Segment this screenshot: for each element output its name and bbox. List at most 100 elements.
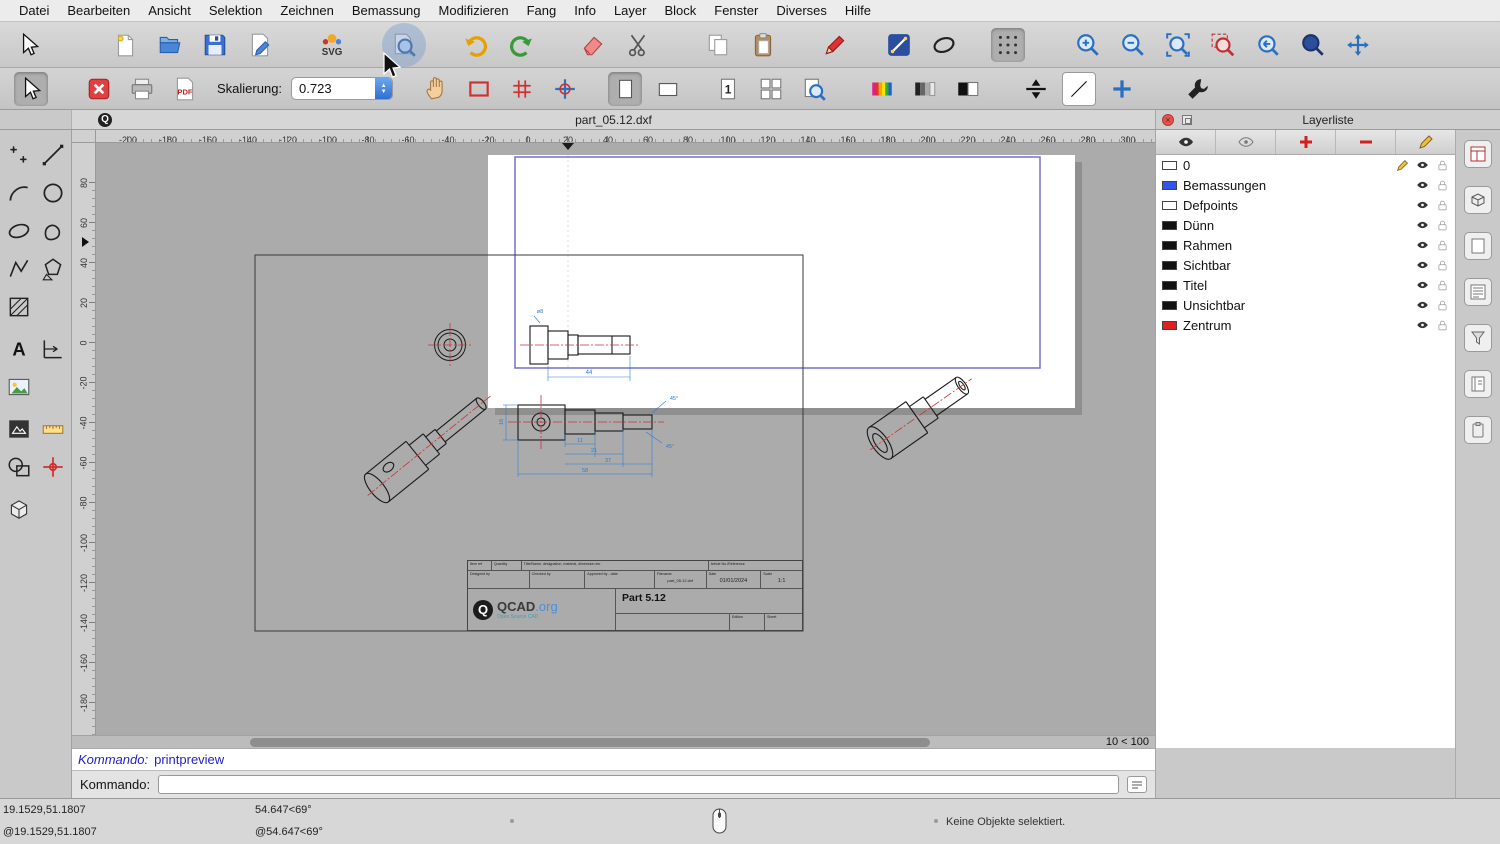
misc-tools-button[interactable]	[1181, 72, 1215, 106]
snap-tools-button[interactable]	[36, 450, 70, 484]
clipboard-panel-button[interactable]	[1464, 416, 1492, 444]
property-editor-button[interactable]	[1464, 140, 1492, 168]
selection-filter-button[interactable]	[1464, 324, 1492, 352]
hide-all-layers-button[interactable]	[1216, 130, 1276, 154]
layer-color-swatch[interactable]	[1162, 301, 1177, 310]
scale-combobox[interactable]: 0.723 ▲▼	[291, 77, 393, 100]
menu-item[interactable]: Selektion	[200, 0, 271, 21]
menu-item[interactable]: Hilfe	[836, 0, 880, 21]
dimension-tools-button[interactable]	[36, 332, 70, 366]
layer-visibility-icon[interactable]	[1415, 259, 1430, 271]
center-marks-button[interactable]	[1105, 72, 1139, 106]
shape-tools-button[interactable]	[36, 252, 70, 286]
menu-item[interactable]: Zeichnen	[271, 0, 342, 21]
line-segment-button[interactable]	[882, 28, 916, 62]
layer-row[interactable]: Dünn	[1156, 215, 1455, 235]
command-input[interactable]	[158, 775, 1119, 794]
lineweight-button[interactable]	[1019, 72, 1053, 106]
layer-lock-icon[interactable]	[1436, 299, 1449, 312]
grayscale-button[interactable]	[908, 72, 942, 106]
redo-button[interactable]	[504, 28, 538, 62]
layer-visibility-icon[interactable]	[1415, 219, 1430, 231]
layer-row[interactable]: Zentrum	[1156, 315, 1455, 335]
layer-color-swatch[interactable]	[1162, 201, 1177, 210]
auto-zoom-button[interactable]	[1161, 28, 1195, 62]
scrollbar-thumb[interactable]	[250, 738, 930, 747]
layer-lock-icon[interactable]	[1436, 219, 1449, 232]
arc-tools-button[interactable]	[2, 176, 36, 210]
menu-item[interactable]: Bearbeiten	[58, 0, 139, 21]
cut-button[interactable]	[621, 28, 655, 62]
zoom-out-button[interactable]	[1116, 28, 1150, 62]
multiple-pages-button[interactable]	[754, 72, 788, 106]
menu-item[interactable]: Diverses	[767, 0, 836, 21]
full-color-button[interactable]	[865, 72, 899, 106]
menu-item[interactable]: Layer	[605, 0, 656, 21]
block-list-button[interactable]	[1464, 186, 1492, 214]
document-tab[interactable]: Q part_05.12.dxf	[72, 110, 1155, 129]
layer-color-swatch[interactable]	[1162, 161, 1177, 170]
svg-export-button[interactable]: SVG	[315, 28, 349, 62]
layer-visibility-icon[interactable]	[1415, 299, 1430, 311]
layer-row[interactable]: Sichtbar	[1156, 255, 1455, 275]
save-file-button[interactable]	[198, 28, 232, 62]
menu-item[interactable]: Modifizieren	[430, 0, 518, 21]
layer-visibility-icon[interactable]	[1415, 159, 1430, 171]
layer-row[interactable]: 0	[1156, 155, 1455, 175]
layer-lock-icon[interactable]	[1436, 179, 1449, 192]
layer-lock-icon[interactable]	[1436, 199, 1449, 212]
portrait-button[interactable]	[608, 72, 642, 106]
print-button[interactable]	[125, 72, 159, 106]
point-tools-button[interactable]	[2, 138, 36, 172]
menu-item[interactable]: Fang	[518, 0, 566, 21]
layer-visibility-icon[interactable]	[1415, 199, 1430, 211]
show-all-layers-button[interactable]	[1156, 130, 1216, 154]
move-paper-button[interactable]	[419, 72, 453, 106]
hairline-mode-button[interactable]	[1062, 72, 1096, 106]
layer-color-swatch[interactable]	[1162, 241, 1177, 250]
menu-item[interactable]: Bemassung	[343, 0, 430, 21]
hatch-tools-button[interactable]	[2, 290, 36, 324]
delete-button[interactable]	[576, 28, 610, 62]
layer-lock-icon[interactable]	[1436, 259, 1449, 272]
crop-marks-button[interactable]	[505, 72, 539, 106]
layer-color-swatch[interactable]	[1162, 321, 1177, 330]
new-file-button[interactable]	[108, 28, 142, 62]
palette-expand-arrow[interactable]	[82, 237, 89, 247]
horizontal-scrollbar[interactable]: 10 < 100	[72, 735, 1155, 748]
ellipse-tools-button[interactable]	[2, 214, 36, 248]
menu-item[interactable]: Info	[565, 0, 605, 21]
layer-color-swatch[interactable]	[1162, 221, 1177, 230]
single-page-button[interactable]: 1	[711, 72, 745, 106]
modify-tools-button[interactable]	[2, 450, 36, 484]
layer-visibility-icon[interactable]	[1415, 319, 1430, 331]
menu-item[interactable]: Ansicht	[139, 0, 200, 21]
selection-pointer-button[interactable]	[12, 28, 46, 62]
pan-button[interactable]	[1341, 28, 1375, 62]
property-pen-button[interactable]	[818, 28, 852, 62]
line-tools-button[interactable]	[36, 138, 70, 172]
spline-tools-button[interactable]	[36, 214, 70, 248]
copy-button[interactable]	[701, 28, 735, 62]
preview-pointer-button[interactable]	[14, 72, 48, 106]
layer-visibility-icon[interactable]	[1415, 179, 1430, 191]
undo-button[interactable]	[459, 28, 493, 62]
command-options-button[interactable]	[1127, 776, 1147, 793]
drawing-canvas[interactable]: 44 ø8	[96, 143, 1155, 735]
library-browser-button[interactable]	[1464, 370, 1492, 398]
layer-visibility-icon[interactable]	[1415, 279, 1430, 291]
layer-row[interactable]: Rahmen	[1156, 235, 1455, 255]
layer-lock-icon[interactable]	[1436, 319, 1449, 332]
remove-layer-button[interactable]	[1336, 130, 1396, 154]
layer-color-swatch[interactable]	[1162, 261, 1177, 270]
layer-lock-icon[interactable]	[1436, 279, 1449, 292]
drawing-preferences-button[interactable]	[243, 28, 277, 62]
text-tool-button[interactable]: A	[2, 332, 36, 366]
layer-row[interactable]: Unsichtbar	[1156, 295, 1455, 315]
measure-tools-button[interactable]	[36, 412, 70, 446]
layer-visibility-icon[interactable]	[1415, 239, 1430, 251]
layer-color-swatch[interactable]	[1162, 281, 1177, 290]
pdf-export-button[interactable]: PDF	[168, 72, 202, 106]
zoom-selection-button[interactable]	[1206, 28, 1240, 62]
page-origin-button[interactable]	[548, 72, 582, 106]
